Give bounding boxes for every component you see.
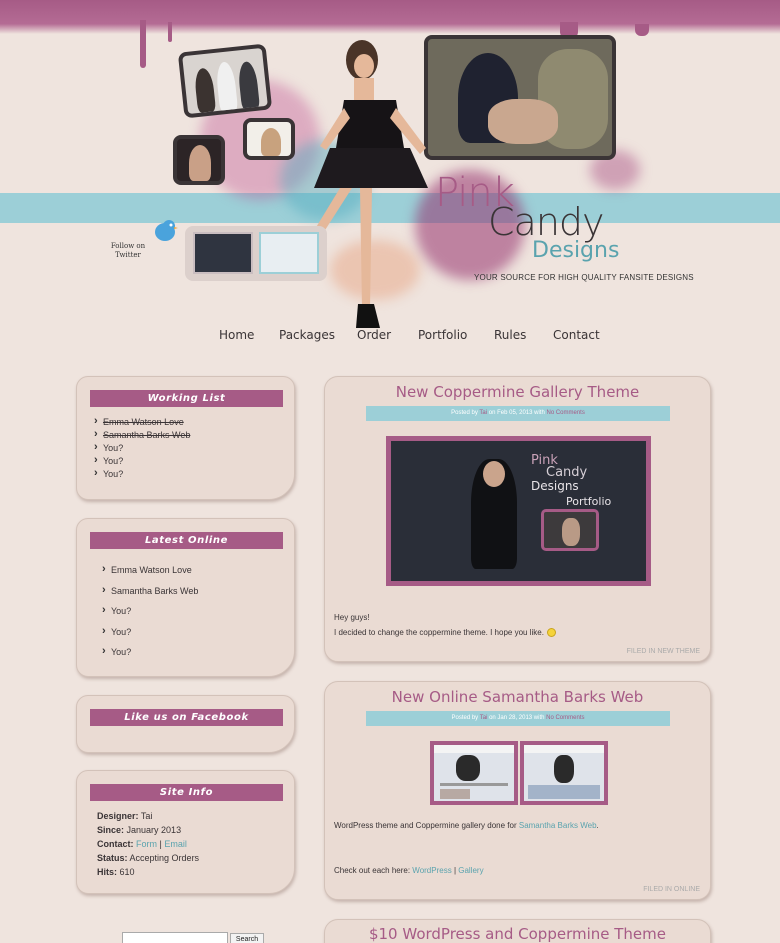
nav-contact[interactable]: Contact [553,328,600,342]
nav-portfolio[interactable]: Portfolio [418,328,467,342]
nav-packages[interactable]: Packages [279,328,335,342]
list-item: You? [94,454,190,468]
blog-post: $10 WordPress and Coppermine Theme [324,919,711,943]
samantha-barks-web-link[interactable]: Samantha Barks Web [519,821,597,830]
list-item: Emma Watson Love [94,415,190,429]
latest-online-title: Latest Online [90,532,283,549]
contact-email-link[interactable]: Email [164,839,187,849]
paint-drip [140,20,146,68]
list-item: You? [94,467,190,481]
post-author-link[interactable]: Tai [479,410,487,416]
list-item[interactable]: You? [102,621,198,643]
post-filed-in[interactable]: FILED IN NEW THEME [627,648,700,655]
portrait-photo [243,118,295,160]
post-meta: Posted by Tai on Jan 28, 2013 with No Co… [366,711,670,726]
contact-form-link[interactable]: Form [136,839,157,849]
post-comments-link[interactable]: No Comments [546,410,584,416]
post-screenshot-wordpress[interactable] [430,741,518,805]
post-screenshot[interactable]: Pink Candy Designs Portfolio [386,436,651,586]
post-title[interactable]: New Coppermine Gallery Theme [325,383,710,401]
post-meta: Posted by Tai on Feb 05, 2013 with No Co… [366,406,670,421]
site-tagline: YOUR SOURCE FOR HIGH QUALITY FANSITE DES… [474,273,694,282]
site-info-box: Site Info Designer: Tai Since: January 2… [76,770,295,894]
screenshot-thumb [193,232,253,274]
post-paragraph: Hey guys! [334,613,370,622]
logo-designs: Designs [532,238,620,263]
nav-home[interactable]: Home [219,328,254,342]
post-paragraph: I decided to change the coppermine theme… [334,625,556,640]
post-title[interactable]: New Online Samantha Barks Web [325,688,710,706]
screenshot-logo-candy: Candy [546,465,588,480]
list-item[interactable]: You? [102,600,198,622]
twitter-bird-icon[interactable] [152,217,178,243]
search-button[interactable]: Search [230,933,264,943]
list-item: Samantha Barks Web [94,428,190,442]
post-comments-link[interactable]: No Comments [546,715,584,721]
wordpress-link[interactable]: WordPress [412,866,451,875]
nav-order[interactable]: Order [357,328,391,342]
blog-post: New Coppermine Gallery Theme Posted by T… [324,376,711,662]
post-filed-in[interactable]: FILED IN ONLINE [643,886,700,893]
latest-online-list: Emma Watson Love Samantha Barks Web You?… [102,559,198,663]
working-list-title: Working List [90,390,283,407]
facebook-title[interactable]: Like us on Facebook [90,709,283,726]
post-author-link[interactable]: Tai [480,715,488,721]
list-item[interactable]: Emma Watson Love [102,559,198,581]
post-paragraph: WordPress theme and Coppermine gallery d… [334,821,599,830]
post-title[interactable]: $10 WordPress and Coppermine Theme [325,925,710,943]
list-item: You? [94,441,190,455]
portrait-photo [173,135,225,185]
screenshot-logo-portfolio: Portfolio [566,495,612,508]
paint-drip [635,24,649,36]
post-paragraph: Check out each here: WordPress | Gallery [334,866,484,875]
group-photo [177,43,273,119]
info-hits: Hits: 610 [97,867,135,877]
blog-post: New Online Samantha Barks Web Posted by … [324,681,711,900]
nav-rules[interactable]: Rules [494,328,526,342]
paint-drip [168,22,172,42]
main-nav: Home Packages Order Portfolio Rules Cont… [0,328,780,348]
info-designer: Designer: Tai [97,811,153,821]
site-info-content: Designer: Tai Since: January 2013 Contac… [97,809,199,879]
featured-photo [424,35,616,160]
post-screenshot-gallery[interactable] [520,741,608,805]
screenshot-thumb [259,232,319,274]
gallery-link[interactable]: Gallery [458,866,483,875]
site-info-title: Site Info [90,784,283,801]
top-paint-splash [0,0,780,34]
search-input[interactable] [122,932,228,943]
follow-twitter-link[interactable]: Follow on Twitter [107,242,149,260]
latest-online-box: Latest Online Emma Watson Love Samantha … [76,518,295,677]
info-since: Since: January 2013 [97,825,182,835]
smiley-icon [546,628,556,638]
header-screenshots [185,226,327,281]
list-item[interactable]: Samantha Barks Web [102,580,198,602]
info-contact: Contact: Form | Email [97,839,187,849]
model-figure [300,40,428,328]
working-list-box: Working List Emma Watson Love Samantha B… [76,376,295,500]
info-status: Status: Accepting Orders [97,853,200,863]
facebook-box: Like us on Facebook [76,695,295,753]
working-list: Emma Watson Love Samantha Barks Web You?… [94,415,190,481]
screenshot-logo-designs: Designs [531,479,579,493]
list-item[interactable]: You? [102,641,198,663]
